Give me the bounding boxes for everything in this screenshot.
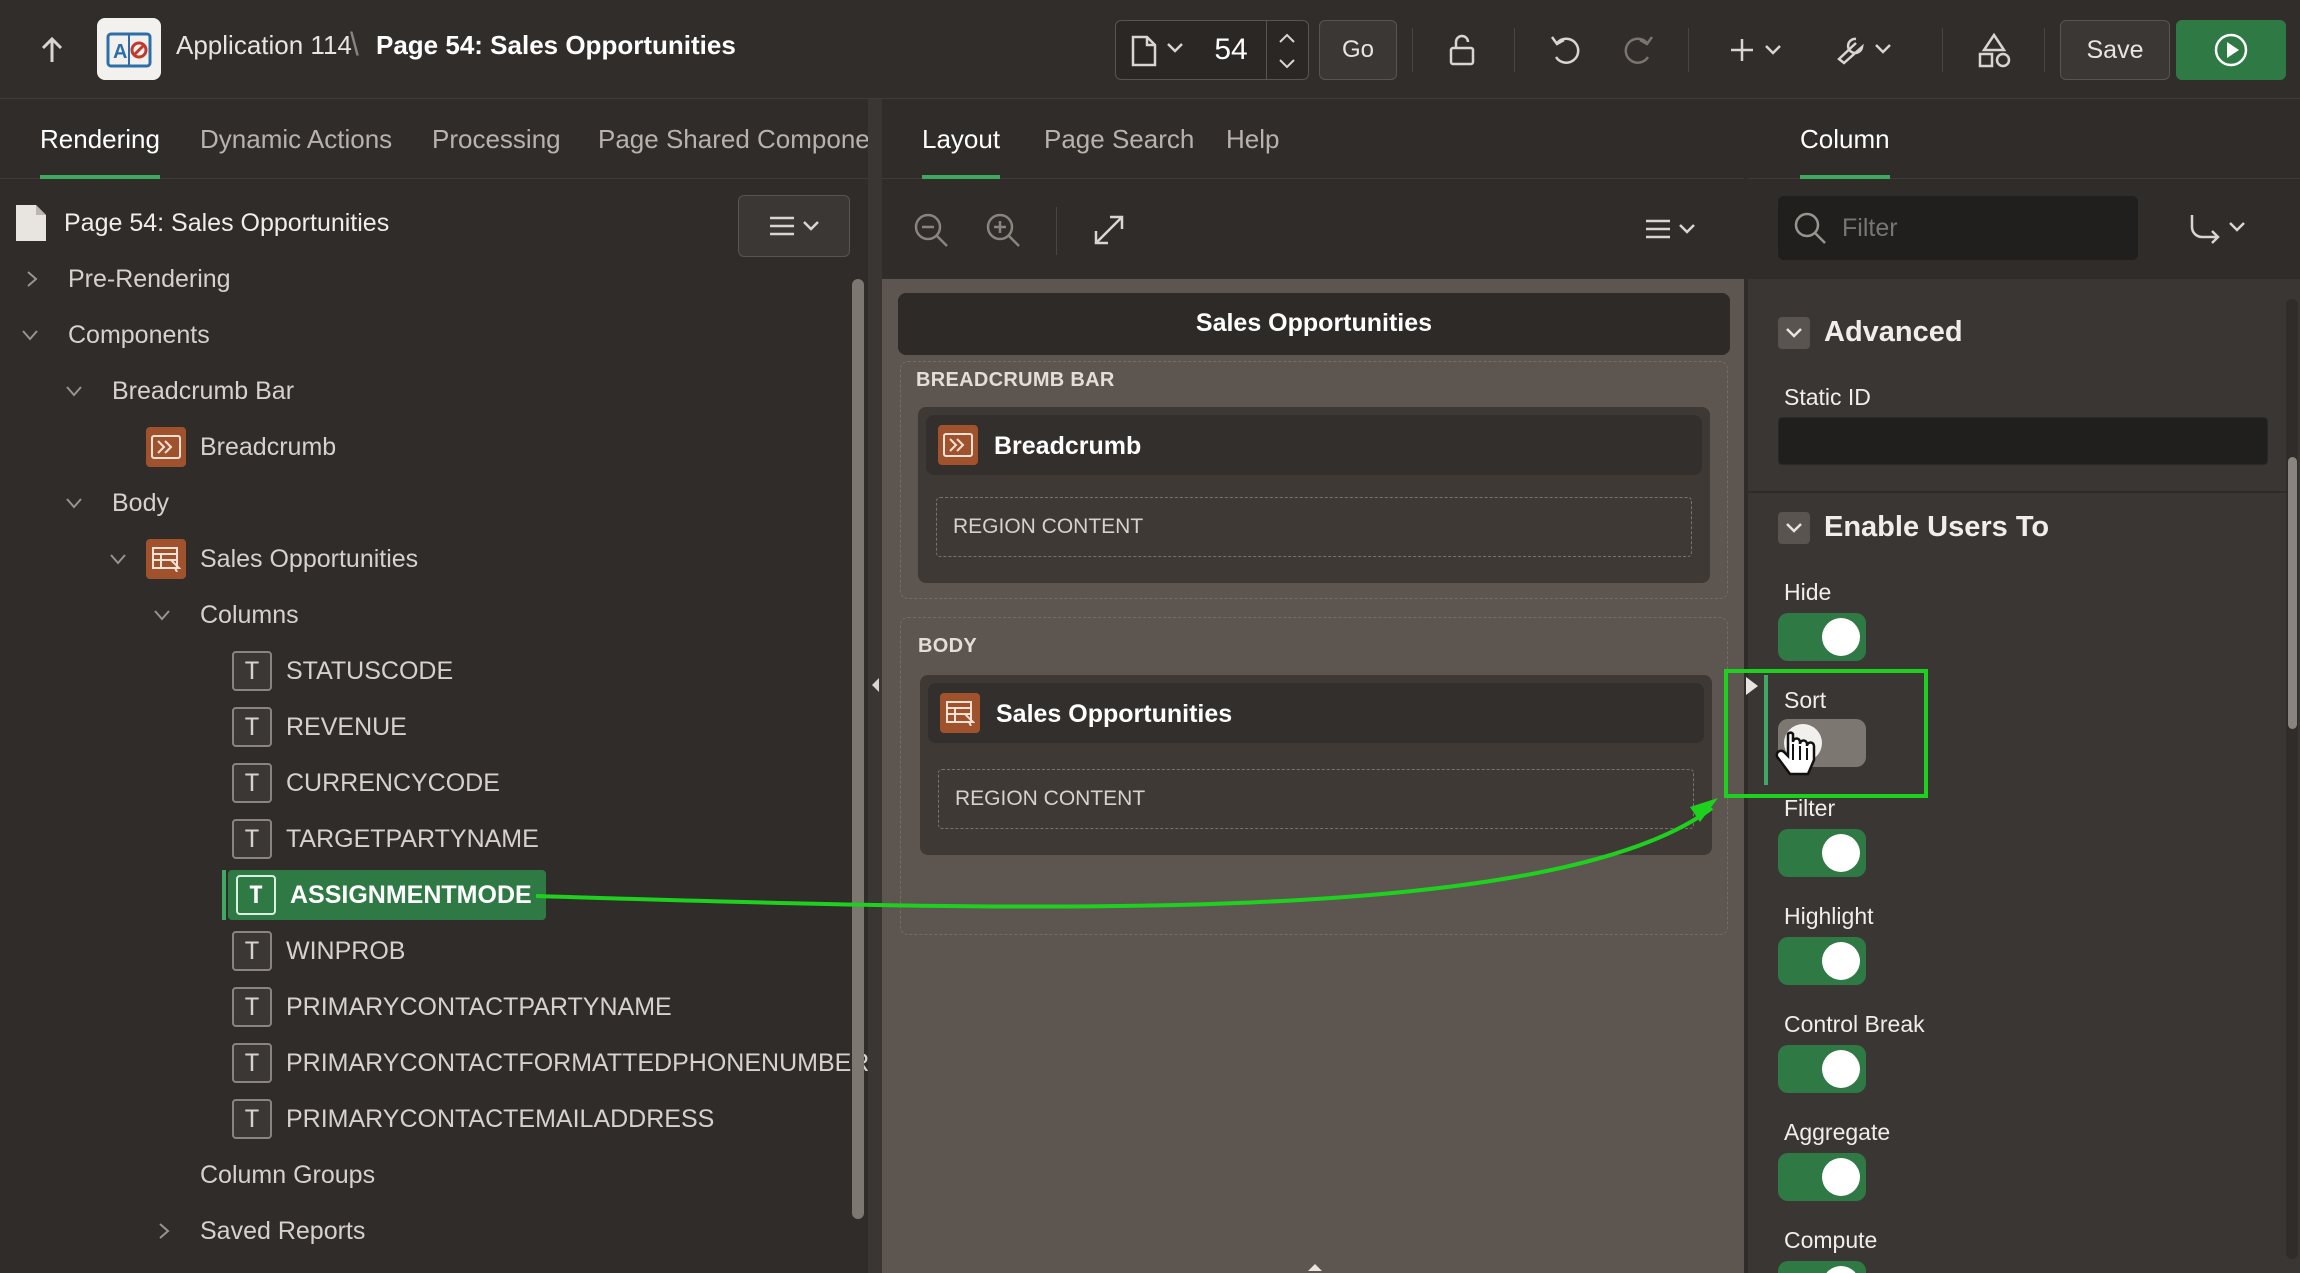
hand-cursor-icon (1775, 731, 1816, 776)
expand-triangle-icon (1746, 677, 1758, 695)
annotation-arrow (535, 806, 1714, 909)
annotation-overlay (535, 669, 1928, 909)
annotation-highlight-box (1724, 669, 1928, 798)
